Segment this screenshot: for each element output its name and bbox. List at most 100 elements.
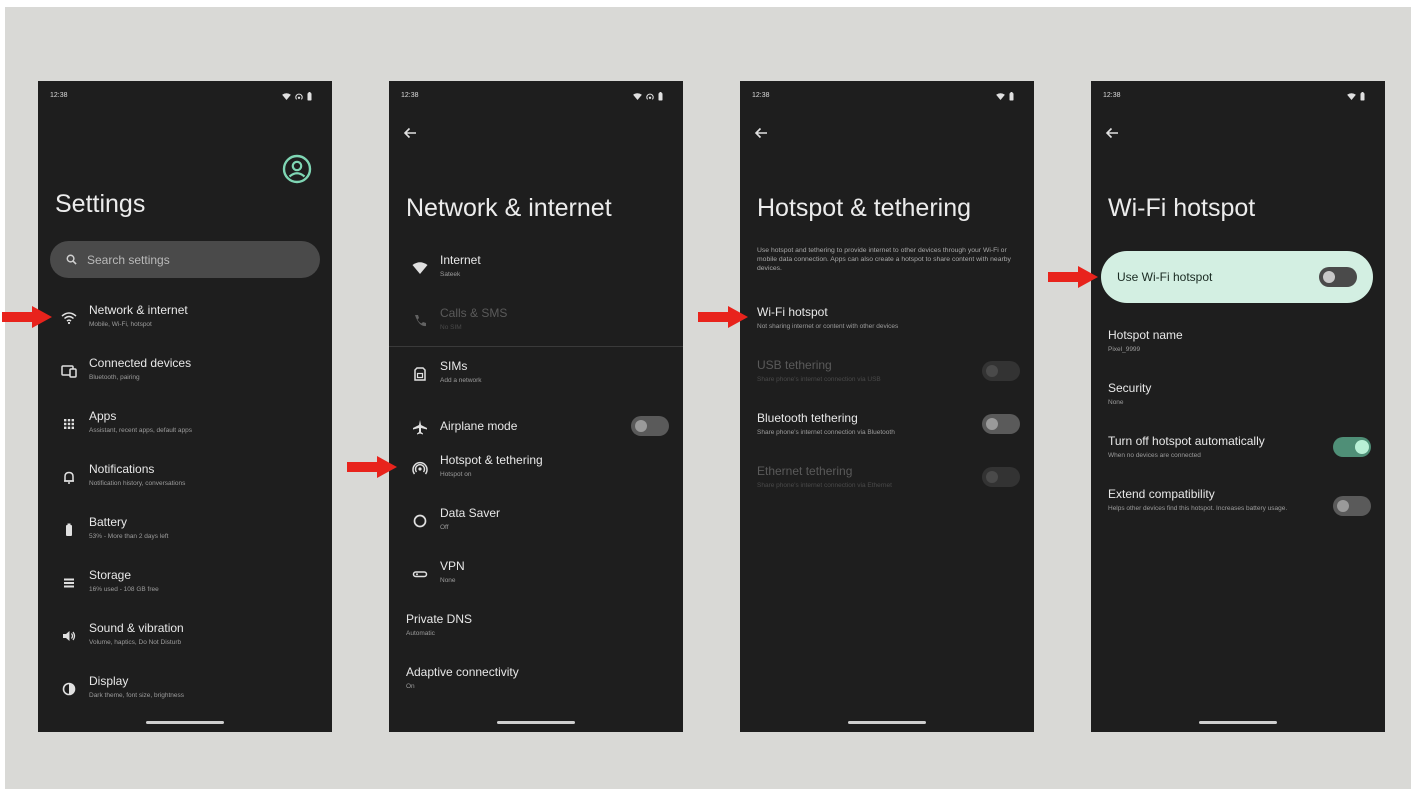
item-title: Security [1108,381,1152,395]
sim-card-icon [414,367,426,381]
network-item-private-dns[interactable]: Private DNS Automatic [389,612,683,652]
display-icon [62,682,76,696]
search-icon [66,254,77,265]
hotspot-item-security[interactable]: Security None [1091,381,1385,421]
battery-status-icon [1360,92,1365,101]
battery-icon [66,523,72,536]
item-subtitle: Share phone's internet connection via Bl… [757,429,895,436]
status-bar: 12:38 [401,92,663,102]
use-wifi-hotspot-toggle[interactable] [1319,267,1357,287]
section-divider [389,346,683,347]
item-title: Adaptive connectivity [406,665,519,679]
settings-item-notifications[interactable]: Notifications Notification history, conve… [38,462,332,502]
search-bar[interactable]: Search settings [50,241,320,278]
wifi-icon [61,312,77,325]
item-title: Private DNS [406,612,473,626]
settings-item-display[interactable]: Display Dark theme, font size, brightness [38,674,332,714]
bell-icon [64,471,74,484]
hotspot-item-name[interactable]: Hotspot name Pixel_9999 [1091,328,1385,368]
settings-item-apps[interactable]: Apps Assistant, recent apps, default apps [38,409,332,449]
calls-sms-icon [415,315,426,327]
item-subtitle: Pixel_9999 [1108,346,1141,353]
item-subtitle: On [406,683,415,690]
network-item-vpn[interactable]: VPN None [389,559,683,599]
phone-hotspot-tethering: 12:38 Hotspot & tethering Use hotspot an… [740,81,1034,732]
use-wifi-hotspot-card[interactable]: Use Wi-Fi hotspot [1101,251,1373,303]
network-item-sims[interactable]: SIMs Add a network [389,359,683,399]
settings-item-connected-devices[interactable]: Connected devices Bluetooth, pairing [38,356,332,396]
item-subtitle: Sateek [440,271,461,278]
item-subtitle: Bluetooth, pairing [89,374,140,381]
item-subtitle: Share phone's internet connection via US… [757,376,881,383]
toggle-knob [986,471,998,483]
tether-item-usb: USB tethering Share phone's internet conn… [740,358,1034,398]
settings-item-network[interactable]: Network & internet Mobile, Wi-Fi, hotspot [38,303,332,343]
airplane-mode-toggle[interactable] [631,416,669,436]
tether-item-ethernet: Ethernet tethering Share phone's internet… [740,464,1034,504]
extend-compatibility-toggle[interactable] [1333,496,1371,516]
hotspot-item-extend-compatibility[interactable]: Extend compatibility Helps other devices … [1091,487,1385,527]
network-item-data-saver[interactable]: Data Saver Off [389,506,683,546]
item-subtitle: 53% - More than 2 days left [89,533,169,540]
wifi-status-icon [633,93,642,100]
gesture-nav-bar[interactable] [497,721,575,724]
network-item-hotspot-tethering[interactable]: Hotspot & tethering Hotspot on [389,453,683,493]
hotspot-description: Use hotspot and tethering to provide int… [757,247,1011,272]
back-arrow-icon[interactable] [402,125,418,141]
tether-item-bluetooth[interactable]: Bluetooth tethering Share phone's interne… [740,411,1034,451]
toggle-knob [1355,440,1369,454]
gesture-nav-bar[interactable] [848,721,926,724]
account-avatar-icon[interactable] [282,154,312,184]
hotspot-icon [412,461,428,475]
item-title: Ethernet tethering [757,464,853,478]
item-title: Extend compatibility [1108,487,1215,501]
item-subtitle: Volume, haptics, Do Not Disturb [89,639,182,646]
network-item-airplane[interactable]: Airplane mode [389,412,683,452]
item-title: Hotspot name [1108,328,1183,342]
item-title: Internet [440,253,481,267]
item-subtitle: No SIM [440,324,462,331]
battery-status-icon [307,92,312,101]
item-subtitle: Hotspot on [440,471,472,478]
vpn-key-icon [412,571,428,578]
ethernet-tethering-toggle [982,467,1020,487]
settings-item-storage[interactable]: Storage 16% used - 108 GB free [38,568,332,608]
item-subtitle: None [1108,399,1124,406]
settings-item-battery[interactable]: Battery 53% - More than 2 days left [38,515,332,555]
item-subtitle: Helps other devices find this hotspot. I… [1108,505,1288,512]
network-item-adaptive-connectivity[interactable]: Adaptive connectivity On [389,665,683,705]
gesture-nav-bar[interactable] [146,721,224,724]
toggle-knob [986,418,998,430]
bluetooth-tethering-toggle[interactable] [982,414,1020,434]
wifi-status-icon [282,93,291,100]
item-subtitle: Dark theme, font size, brightness [89,692,185,699]
apps-grid-icon [64,419,74,429]
auto-off-toggle[interactable] [1333,437,1371,457]
tether-item-wifi-hotspot[interactable]: Wi-Fi hotspot Not sharing internet or con… [740,305,1034,345]
item-title: USB tethering [757,358,832,372]
item-subtitle: Add a network [440,377,482,384]
airplane-icon [413,420,427,435]
settings-item-sound[interactable]: Sound & vibration Volume, haptics, Do Not… [38,621,332,661]
status-time: 12:38 [401,92,419,99]
hotspot-item-auto-off[interactable]: Turn off hotspot automatically When no de… [1091,434,1385,474]
red-arrow-icon [347,456,397,478]
use-wifi-hotspot-label: Use Wi-Fi hotspot [1117,270,1213,284]
item-subtitle: Share phone's internet connection via Et… [757,482,892,489]
status-bar: 12:38 [1103,92,1365,102]
item-title: Airplane mode [440,419,518,433]
network-item-calls-sms: Calls & SMS No SIM [389,306,683,346]
wifi-status-icon [996,93,1005,100]
status-bar: 12:38 [50,92,312,102]
battery-status-icon [1009,92,1014,101]
item-title: VPN [440,559,465,573]
wifi-filled-icon [412,262,428,274]
red-arrow-icon [2,306,52,328]
page-title: Settings [55,190,146,218]
back-arrow-icon[interactable] [1104,125,1120,141]
network-item-internet[interactable]: Internet Sateek [389,253,683,293]
usb-tethering-toggle [982,361,1020,381]
item-subtitle: Assistant, recent apps, default apps [89,427,192,434]
back-arrow-icon[interactable] [753,125,769,141]
gesture-nav-bar[interactable] [1199,721,1277,724]
